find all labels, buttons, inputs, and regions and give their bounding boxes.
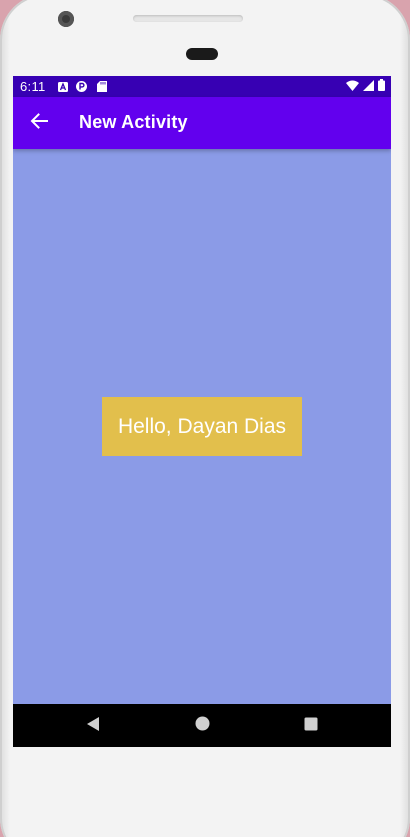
device-screen: 6:11 New Activity Hello, Dayan Dias [13, 76, 391, 747]
home-circle-icon [195, 716, 210, 736]
nav-recents-button[interactable] [301, 716, 321, 736]
greeting-text: Hello, Dayan Dias [102, 397, 302, 456]
status-bar: 6:11 [13, 76, 391, 97]
navigation-bar [13, 704, 391, 747]
system-status-icons [346, 79, 385, 94]
battery-icon [378, 79, 385, 94]
recents-square-icon [304, 717, 318, 736]
app-title: New Activity [79, 112, 188, 132]
speaker-grill [133, 15, 243, 22]
front-camera [58, 11, 74, 27]
nav-back-button[interactable] [83, 716, 103, 736]
sd-card-icon [96, 81, 107, 92]
nav-home-button[interactable] [192, 716, 212, 736]
back-button[interactable] [25, 109, 53, 137]
a-icon [57, 81, 68, 92]
back-triangle-icon [86, 716, 100, 737]
wifi-icon [346, 79, 359, 94]
signal-icon [363, 79, 374, 94]
p-icon [76, 81, 87, 92]
activity-content: Hello, Dayan Dias [13, 149, 391, 704]
earpiece [186, 48, 218, 60]
status-time: 6:11 [20, 79, 46, 94]
app-bar: New Activity [13, 97, 391, 149]
arrow-back-icon [30, 112, 48, 135]
